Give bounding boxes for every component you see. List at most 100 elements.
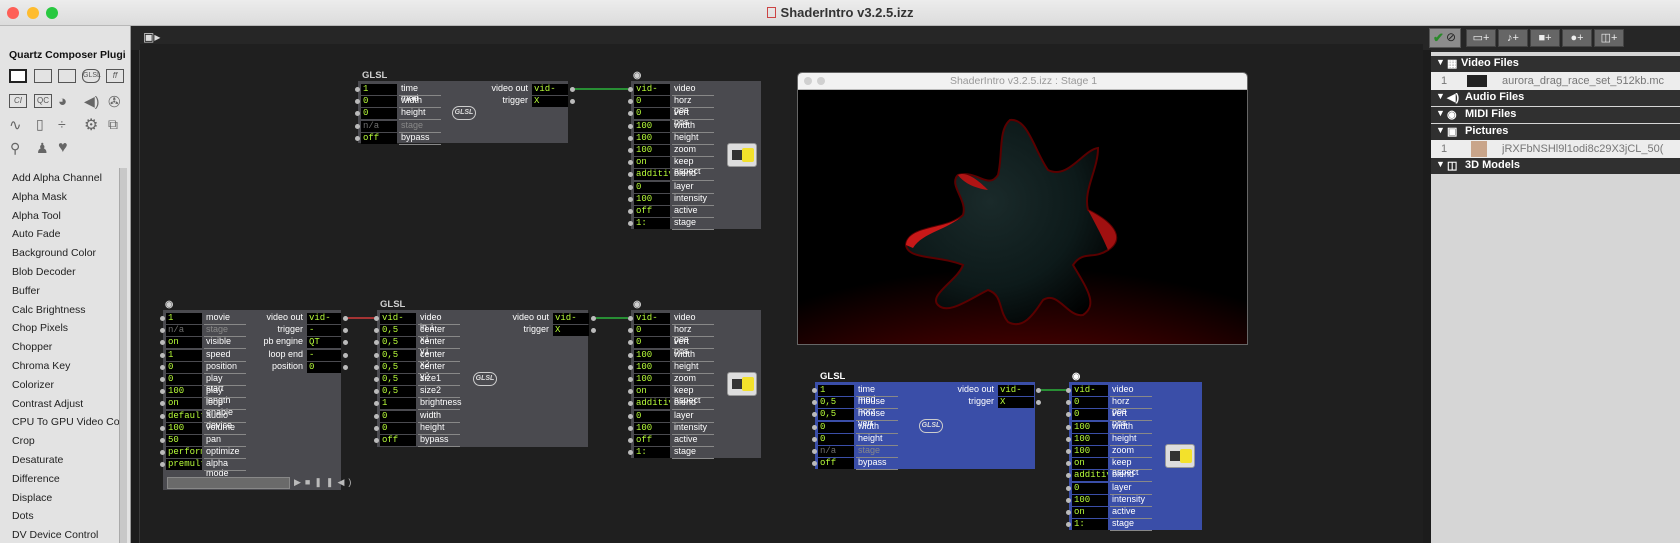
input-value[interactable]: 0 bbox=[380, 410, 416, 422]
input-value[interactable]: 100 bbox=[1072, 421, 1108, 433]
volume-icon[interactable]: ◀) bbox=[337, 477, 355, 487]
input-value[interactable]: 1 bbox=[166, 349, 202, 361]
input-value[interactable]: 0,5 bbox=[380, 337, 416, 349]
video-file-item[interactable]: 1 aurora_drag_race_set_512kb.mc bbox=[1431, 72, 1680, 90]
input-port[interactable] bbox=[374, 425, 379, 431]
input-value[interactable]: 100 bbox=[634, 349, 670, 361]
picture-file-item[interactable]: 1 jRXFbNSHl9l1odi8c29X3jCL_50( bbox=[1431, 140, 1680, 158]
output-value[interactable]: 0 bbox=[307, 361, 341, 373]
input-value[interactable]: 100 bbox=[634, 145, 670, 156]
input-value[interactable]: 0 bbox=[634, 108, 670, 120]
input-value[interactable]: off bbox=[634, 206, 670, 217]
input-value[interactable]: 0 bbox=[361, 108, 397, 120]
output-value[interactable]: X bbox=[998, 397, 1034, 409]
input-value[interactable]: 0,5 bbox=[818, 397, 854, 409]
input-port[interactable] bbox=[628, 135, 633, 141]
input-value[interactable]: 1 bbox=[818, 385, 854, 396]
output-port[interactable] bbox=[570, 87, 575, 92]
output-value[interactable]: vid-gpu bbox=[307, 313, 341, 324]
input-port[interactable] bbox=[355, 123, 360, 129]
input-value[interactable]: 0,5 bbox=[818, 409, 854, 421]
input-value[interactable]: 0 bbox=[634, 181, 670, 193]
input-value[interactable]: 0,5 bbox=[380, 374, 416, 385]
input-port[interactable] bbox=[160, 413, 165, 419]
input-value[interactable]: on bbox=[1072, 458, 1108, 470]
input-value[interactable]: 100 bbox=[166, 386, 202, 398]
input-port[interactable] bbox=[1066, 497, 1071, 503]
input-value[interactable]: 100 bbox=[634, 120, 670, 132]
input-port[interactable] bbox=[374, 413, 379, 419]
input-port[interactable] bbox=[628, 425, 633, 431]
input-port[interactable] bbox=[374, 316, 379, 321]
output-port[interactable] bbox=[343, 352, 348, 358]
input-port[interactable] bbox=[628, 184, 633, 190]
input-port[interactable] bbox=[160, 316, 165, 321]
input-port[interactable] bbox=[374, 377, 379, 382]
eye-icon[interactable]: ◉ bbox=[1072, 371, 1080, 382]
input-value[interactable]: 0 bbox=[634, 96, 670, 108]
input-port[interactable] bbox=[628, 148, 633, 153]
input-value[interactable]: 1: Stage bbox=[634, 447, 670, 459]
output-value[interactable]: - bbox=[307, 349, 341, 361]
input-port[interactable] bbox=[355, 87, 360, 92]
input-value[interactable]: 0,5 bbox=[380, 386, 416, 398]
input-value[interactable]: 0,5 bbox=[380, 325, 416, 337]
output-value[interactable]: vid-gpu bbox=[532, 84, 568, 95]
input-port[interactable] bbox=[160, 438, 165, 443]
output-value[interactable]: QT bbox=[307, 337, 341, 349]
input-value[interactable]: 100 bbox=[166, 422, 202, 434]
input-value[interactable]: 0 bbox=[634, 337, 670, 349]
input-port[interactable] bbox=[628, 316, 633, 321]
input-value[interactable]: 0 bbox=[634, 410, 670, 422]
output-port[interactable] bbox=[343, 316, 348, 321]
input-port[interactable] bbox=[628, 377, 633, 382]
input-value[interactable]: n/a bbox=[818, 446, 854, 457]
pictures-section[interactable]: ▼ ▣ Pictures bbox=[1431, 124, 1680, 140]
input-value[interactable]: additive bbox=[1072, 470, 1108, 482]
eye-icon[interactable]: ◉ bbox=[165, 299, 173, 310]
input-value[interactable]: 0 bbox=[380, 422, 416, 434]
input-port[interactable] bbox=[628, 196, 633, 202]
input-port[interactable] bbox=[160, 352, 165, 358]
input-value[interactable]: n/a bbox=[166, 325, 202, 337]
input-value[interactable]: on bbox=[166, 337, 202, 349]
input-value[interactable]: off bbox=[361, 132, 397, 144]
input-port[interactable] bbox=[1066, 510, 1071, 515]
input-value[interactable]: 0 bbox=[1072, 409, 1108, 421]
input-value[interactable]: off bbox=[634, 435, 670, 446]
input-value[interactable]: off bbox=[818, 458, 854, 470]
input-port[interactable] bbox=[1066, 449, 1071, 454]
stop-icon[interactable]: ■ bbox=[305, 477, 314, 487]
input-value[interactable]: additive bbox=[634, 398, 670, 410]
3d-models-section[interactable]: ▼ ◫ 3D Models bbox=[1431, 158, 1680, 174]
input-value[interactable]: on bbox=[1072, 507, 1108, 518]
input-port[interactable] bbox=[374, 438, 379, 443]
input-value[interactable]: default bbox=[166, 410, 202, 422]
input-value[interactable]: n/a bbox=[361, 120, 397, 132]
movie-scrubber[interactable] bbox=[167, 477, 290, 489]
input-value[interactable]: vid-gpu bbox=[634, 84, 670, 95]
input-port[interactable] bbox=[1066, 388, 1071, 393]
input-value[interactable]: 0 bbox=[361, 96, 397, 108]
input-value[interactable]: 50 bbox=[166, 435, 202, 446]
eye-icon[interactable]: ◉ bbox=[633, 299, 641, 310]
input-value[interactable]: additive bbox=[634, 169, 670, 181]
input-port[interactable] bbox=[374, 352, 379, 358]
input-value[interactable]: 1: Stage bbox=[634, 218, 670, 230]
input-value[interactable]: 0,5 bbox=[380, 361, 416, 373]
input-value[interactable]: 0,5 bbox=[380, 349, 416, 361]
input-value[interactable]: vid-gpu bbox=[634, 313, 670, 324]
input-value[interactable]: 0 bbox=[166, 361, 202, 373]
output-value[interactable]: vid-gpu bbox=[998, 385, 1034, 396]
input-port[interactable] bbox=[1066, 424, 1071, 430]
input-value[interactable]: 0 bbox=[166, 374, 202, 385]
input-value[interactable]: 100 bbox=[634, 132, 670, 144]
output-value[interactable]: X bbox=[553, 325, 589, 337]
stage-window[interactable]: ShaderIntro v3.2.5.izz : Stage 1 bbox=[797, 72, 1248, 345]
input-port[interactable] bbox=[628, 438, 633, 443]
input-port[interactable] bbox=[1066, 485, 1071, 491]
input-value[interactable]: off bbox=[380, 435, 416, 446]
input-port[interactable] bbox=[160, 364, 165, 370]
input-port[interactable] bbox=[160, 425, 165, 431]
input-value[interactable]: 100 bbox=[634, 361, 670, 373]
